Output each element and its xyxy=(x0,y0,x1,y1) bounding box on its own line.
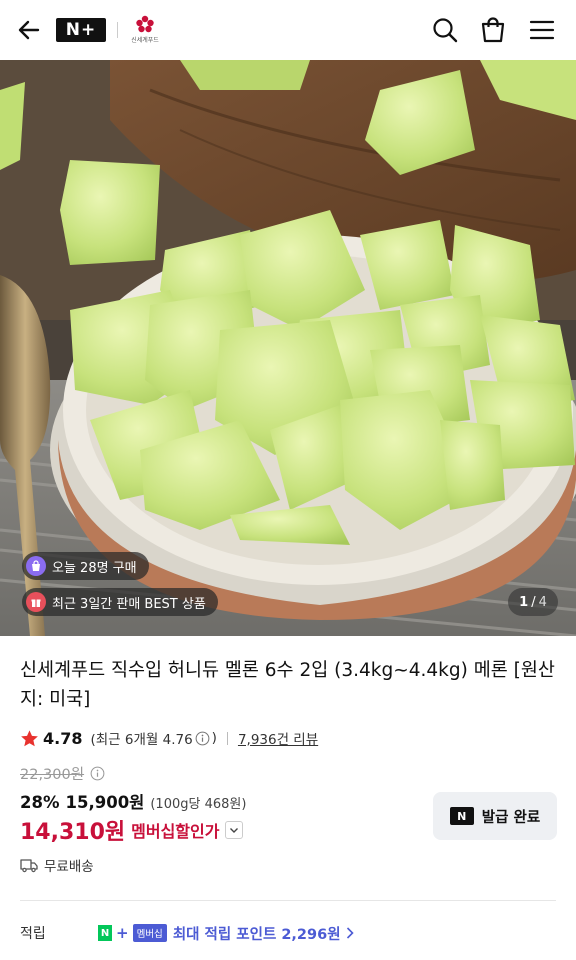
price-info-icon[interactable] xyxy=(90,766,105,781)
rating-score: 4.78 xyxy=(43,728,83,748)
best-seller-text: 최근 3일간 판매 BEST 상품 xyxy=(52,596,206,612)
truck-icon xyxy=(20,859,38,873)
purchase-count-text: 오늘 28명 구매 xyxy=(52,560,137,576)
membership-price-row[interactable]: 14,310원 멤버십할인가 xyxy=(20,814,244,846)
membership-price-label: 멤버십할인가 xyxy=(131,822,220,841)
image-counter-total: 4 xyxy=(538,594,547,610)
unit-price: (100g당 468원) xyxy=(150,797,247,812)
naver-n-badge: N xyxy=(449,807,474,825)
search-icon[interactable] xyxy=(430,15,460,45)
melon-bowl-illustration xyxy=(0,60,576,636)
membership-tag: 멤버십 xyxy=(132,924,167,942)
image-counter: 1/4 xyxy=(508,588,558,616)
recent-rating: (최근 6개월 4.76 xyxy=(90,732,193,748)
section-divider xyxy=(20,900,556,901)
chevron-down-icon[interactable] xyxy=(225,821,244,839)
rating-row: 4.78 (최근 6개월 4.76 ) 7,936건 리뷰 xyxy=(20,726,318,750)
naver-n-icon: N xyxy=(98,925,112,941)
naver-n-icon-text: N xyxy=(100,927,110,939)
image-counter-current: 1 xyxy=(519,594,529,610)
review-count-link[interactable]: 7,936건 리뷰 xyxy=(238,728,318,748)
membership-price: 14,310원 xyxy=(20,820,126,845)
header-divider xyxy=(117,22,118,38)
rating-divider xyxy=(226,731,228,745)
naver-plus-logo[interactable]: N+ xyxy=(56,18,106,42)
original-price: 22,300원 xyxy=(20,767,85,783)
discount-rate: 28% xyxy=(20,793,60,812)
store-logo[interactable]: 신세계푸드 xyxy=(125,15,165,45)
naver-n-badge-text: N xyxy=(457,809,467,823)
product-image[interactable]: 오늘 28명 구매 최근 3일간 판매 BEST 상품 1/4 xyxy=(0,60,576,636)
best-seller-chip: 최근 3일간 판매 BEST 상품 xyxy=(22,588,218,616)
points-label: 적립 xyxy=(20,926,46,942)
info-icon[interactable] xyxy=(195,731,210,746)
original-price-row: 22,300원 xyxy=(20,763,107,784)
plus-sign: + xyxy=(116,924,129,942)
shopping-bag-icon[interactable] xyxy=(478,15,508,45)
discount-price: 15,900원 xyxy=(65,793,145,812)
back-arrow-icon[interactable] xyxy=(14,14,46,46)
purchase-count-chip: 오늘 28명 구매 xyxy=(22,552,149,580)
store-logo-text: 신세계푸드 xyxy=(131,37,159,44)
product-title: 신세계푸드 직수입 허니듀 멜론 6수 2입 (3.4kg~4.4kg) 메론 … xyxy=(20,660,555,710)
menu-icon[interactable] xyxy=(527,15,557,45)
discount-row: 28% 15,900원 (100g당 468원) xyxy=(20,789,246,813)
naver-plus-membership-badge: N + 멤버십 xyxy=(98,924,167,942)
flower-logo-icon xyxy=(136,15,154,33)
coupon-issued-button[interactable]: N 발급 완료 xyxy=(433,792,557,840)
shipping-row: 무료배송 xyxy=(20,855,94,875)
gift-icon xyxy=(26,592,46,612)
top-header: N+ 신세계푸드 xyxy=(0,0,576,60)
coupon-issued-label: 발급 완료 xyxy=(481,809,541,826)
points-row[interactable]: 적립 N + 멤버십 최대 적립 포인트 2,296원 xyxy=(20,920,560,946)
bag-icon xyxy=(26,556,46,576)
recent-rating-close: ) xyxy=(211,730,217,746)
chevron-right-icon[interactable] xyxy=(345,926,355,940)
max-points-text: 최대 적립 포인트 2,296원 xyxy=(172,926,341,943)
star-icon xyxy=(21,729,38,746)
shipping-text: 무료배송 xyxy=(44,859,94,875)
naver-plus-logo-text: N+ xyxy=(65,20,97,40)
image-counter-separator: / xyxy=(531,594,536,610)
